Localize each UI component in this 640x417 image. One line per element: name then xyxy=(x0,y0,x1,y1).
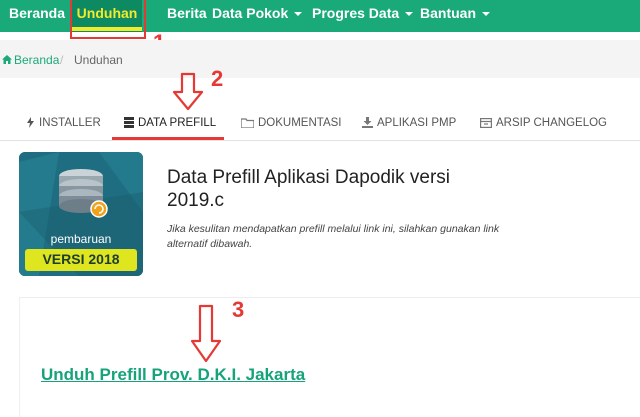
chevron-down-icon xyxy=(294,12,303,17)
tab-installer[interactable]: INSTALLER xyxy=(26,108,101,138)
chevron-down-icon xyxy=(482,12,490,17)
nav-bantuan[interactable]: Bantuan xyxy=(420,0,490,32)
annotation-number-3: 3 xyxy=(232,297,245,322)
tabs-divider xyxy=(0,140,640,141)
download-icon xyxy=(362,117,373,129)
tab-dokumentasi[interactable]: DOKUMENTASI xyxy=(241,108,342,138)
nav-data-pokok-label: Data Pokok xyxy=(212,5,289,21)
tab-aplikasi-pmp-label: APLIKASI PMP xyxy=(377,117,457,129)
download-tabs: INSTALLER DATA PREFILL DOKUMENTASI APLIK… xyxy=(0,108,640,142)
annotation-arrow-down-icon xyxy=(190,304,222,363)
nav-progres-data[interactable]: Progres Data xyxy=(312,0,414,32)
icon-caption-bottom: VERSI 2018 xyxy=(42,251,120,267)
nav-berita-label: Berita xyxy=(167,5,207,21)
nav-bantuan-label: Bantuan xyxy=(420,5,476,21)
nav-data-pokok[interactable]: Data Pokok xyxy=(212,0,303,32)
panel-left-border xyxy=(19,298,20,417)
nav-berita[interactable]: Berita xyxy=(167,0,207,32)
nav-beranda-label: Beranda xyxy=(9,5,66,21)
annotation-arrow-down-icon xyxy=(172,72,204,111)
annotation-box xyxy=(70,0,146,39)
chevron-down-icon xyxy=(405,12,414,17)
tab-data-prefill[interactable]: DATA PREFILL xyxy=(124,108,216,138)
tab-arsip-changelog[interactable]: ARSIP CHANGELOG xyxy=(480,108,607,138)
page-title: Data Prefill Aplikasi Dapodik versi 2019… xyxy=(167,167,451,211)
page-description: Jika kesulitan mendapatkan prefill melal… xyxy=(167,223,500,250)
tab-installer-label: INSTALLER xyxy=(39,117,101,129)
annotation-number-2: 2 xyxy=(211,66,224,91)
database-icon xyxy=(124,117,134,129)
dapodik-app-icon: pembaruan VERSI 2018 xyxy=(19,152,143,276)
archive-icon xyxy=(480,117,492,128)
breadcrumb-current: Unduhan xyxy=(74,53,123,67)
tab-aplikasi-pmp[interactable]: APLIKASI PMP xyxy=(362,108,456,138)
folder-icon xyxy=(241,118,254,128)
breadcrumb-home-link[interactable]: Beranda xyxy=(14,53,59,67)
bolt-icon xyxy=(27,117,34,129)
tab-arsip-changelog-label: ARSIP CHANGELOG xyxy=(496,117,607,129)
nav-progres-data-label: Progres Data xyxy=(312,5,400,21)
nav-beranda[interactable]: Beranda xyxy=(9,0,65,32)
tab-dokumentasi-label: DOKUMENTASI xyxy=(258,117,342,129)
tab-data-prefill-label: DATA PREFILL xyxy=(138,117,217,129)
home-icon xyxy=(2,55,12,64)
breadcrumb: Beranda / Unduhan xyxy=(0,40,640,78)
section-divider xyxy=(19,297,640,298)
breadcrumb-separator: / xyxy=(60,53,64,67)
icon-caption-top: pembaruan xyxy=(50,232,112,246)
download-prefill-link[interactable]: Unduh Prefill Prov. D.K.I. Jakarta xyxy=(41,365,305,385)
